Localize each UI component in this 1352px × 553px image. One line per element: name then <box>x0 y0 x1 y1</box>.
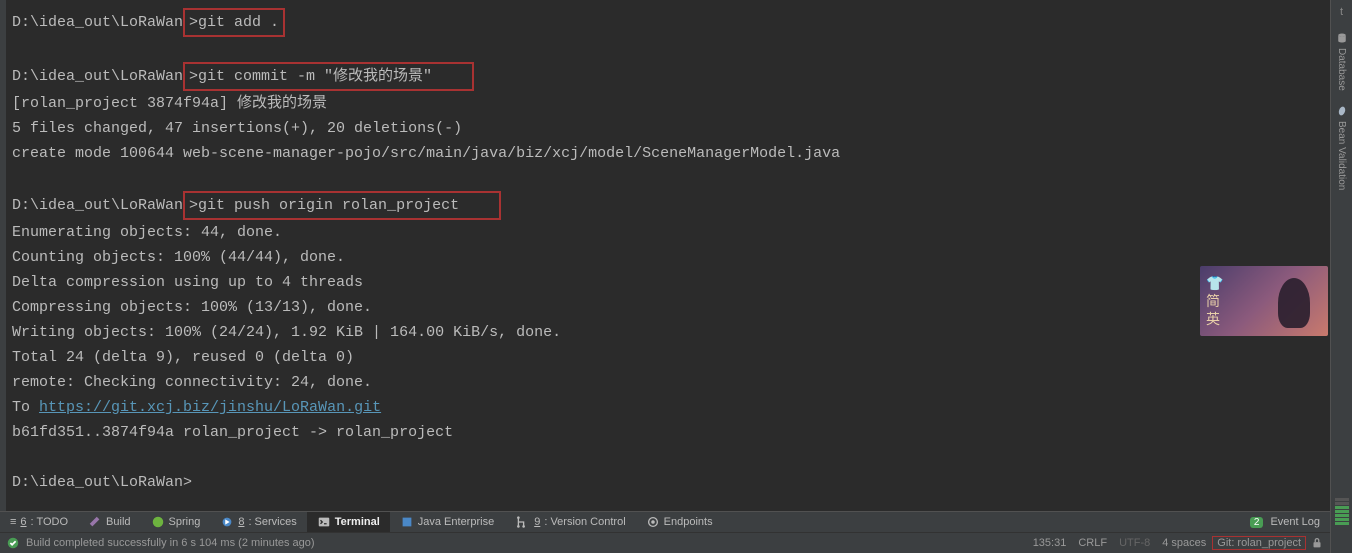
status-encoding[interactable]: UTF-8 <box>1113 537 1156 549</box>
terminal-line: b61fd351..3874f94a rolan_project -> rola… <box>12 420 1318 445</box>
terminal-output[interactable]: D:\idea_out\LoRaWan>git add . D:\idea_ou… <box>0 0 1330 511</box>
terminal-line <box>12 37 1318 62</box>
tab-event-log-label: Event Log <box>1270 516 1320 528</box>
tab-services[interactable]: 8 : Services <box>210 512 306 532</box>
status-git-branch[interactable]: Git: rolan_project <box>1212 536 1306 550</box>
terminal-line: D:\idea_out\LoRaWan> <box>12 470 1318 495</box>
terminal-line <box>12 166 1318 191</box>
vtab-bean-label: Bean Validation <box>1336 121 1347 190</box>
terminal-line: create mode 100644 web-scene-manager-poj… <box>12 141 1318 166</box>
database-icon <box>1336 32 1348 44</box>
terminal-line: Total 24 (delta 9), reused 0 (delta 0) <box>12 345 1318 370</box>
vcs-icon <box>514 515 528 529</box>
status-cursor[interactable]: 135:31 <box>1027 537 1073 549</box>
thumbnail-text-1: 简 <box>1206 292 1328 310</box>
terminal-line: D:\idea_out\LoRaWan>git add . <box>12 8 1318 37</box>
terminal-line: remote: Checking connectivity: 24, done. <box>12 370 1318 395</box>
build-success-icon <box>6 536 20 550</box>
ant-indicator[interactable]: t <box>1340 6 1343 18</box>
tab-vc-label: : Version Control <box>544 516 625 528</box>
tab-endpoints[interactable]: Endpoints <box>636 512 723 532</box>
status-bar: Build completed successfully in 6 s 104 … <box>0 532 1330 553</box>
terminal-line: To https://git.xcj.biz/jinshu/LoRaWan.gi… <box>12 395 1318 420</box>
git-branch-name: rolan_project <box>1237 537 1301 549</box>
memory-indicator[interactable] <box>1335 493 1349 525</box>
tab-spring-label: Spring <box>169 516 201 528</box>
tab-event-log[interactable]: 2 Event Log <box>1240 512 1330 532</box>
right-tool-sidebar: t Database Bean Validation <box>1330 0 1352 553</box>
terminal-line: Compressing objects: 100% (13/13), done. <box>12 295 1318 320</box>
thumbnail-icon: 👕 <box>1206 274 1328 292</box>
vtab-database-label: Database <box>1336 48 1347 91</box>
terminal-line: D:\idea_out\LoRaWan>git push origin rola… <box>12 191 1318 220</box>
list-icon: ≡ <box>10 516 16 528</box>
services-icon <box>220 515 234 529</box>
vtab-database[interactable]: Database <box>1336 32 1348 91</box>
tab-terminal-label: Terminal <box>335 516 380 528</box>
thumbnail-text-2: 英 <box>1206 310 1328 328</box>
terminal-line <box>12 445 1318 470</box>
vtab-bean-validation[interactable]: Bean Validation <box>1336 105 1348 190</box>
tab-terminal[interactable]: Terminal <box>307 512 390 532</box>
terminal-line: Enumerating objects: 44, done. <box>12 220 1318 245</box>
tab-todo-label: : TODO <box>31 516 69 528</box>
terminal-line: 5 files changed, 47 insertions(+), 20 de… <box>12 116 1318 141</box>
event-count-badge: 2 <box>1250 517 1264 528</box>
tab-todo[interactable]: ≡ 6 : TODO <box>0 512 78 532</box>
media-thumbnail[interactable]: 👕 简 英 <box>1200 266 1328 336</box>
hammer-icon <box>88 515 102 529</box>
tab-version-control[interactable]: 9 : Version Control <box>504 512 635 532</box>
tab-java-enterprise[interactable]: Java Enterprise <box>390 512 504 532</box>
tab-build[interactable]: Build <box>78 512 140 532</box>
tab-java-ee-label: Java Enterprise <box>418 516 494 528</box>
spring-icon <box>151 515 165 529</box>
lock-icon[interactable] <box>1310 536 1324 550</box>
git-remote-link[interactable]: https://git.xcj.biz/jinshu/LoRaWan.git <box>39 399 381 416</box>
terminal-line: Counting objects: 100% (44/44), done. <box>12 245 1318 270</box>
terminal-line: [rolan_project 3874f94a] 修改我的场景 <box>12 91 1318 116</box>
tab-todo-num: 6 <box>20 516 26 528</box>
status-line-separator[interactable]: CRLF <box>1072 537 1113 549</box>
tab-services-label: : Services <box>248 516 296 528</box>
java-ee-icon <box>400 515 414 529</box>
status-build-msg: Build completed successfully in 6 s 104 … <box>20 537 321 549</box>
tab-services-num: 8 <box>238 516 244 528</box>
terminal-line: D:\idea_out\LoRaWan>git commit -m "修改我的场… <box>12 62 1318 91</box>
status-indent[interactable]: 4 spaces <box>1156 537 1212 549</box>
terminal-line: Delta compression using up to 4 threads <box>12 270 1318 295</box>
tab-endpoints-label: Endpoints <box>664 516 713 528</box>
terminal-line: Writing objects: 100% (24/24), 1.92 KiB … <box>12 320 1318 345</box>
bean-icon <box>1336 105 1348 117</box>
git-prefix: Git: <box>1217 537 1234 549</box>
tab-build-label: Build <box>106 516 130 528</box>
tool-window-bar: ≡ 6 : TODO Build Spring 8 : Services Termi… <box>0 511 1330 532</box>
endpoints-icon <box>646 515 660 529</box>
terminal-icon <box>317 515 331 529</box>
tab-vc-num: 9 <box>534 516 540 528</box>
tab-spring[interactable]: Spring <box>141 512 211 532</box>
